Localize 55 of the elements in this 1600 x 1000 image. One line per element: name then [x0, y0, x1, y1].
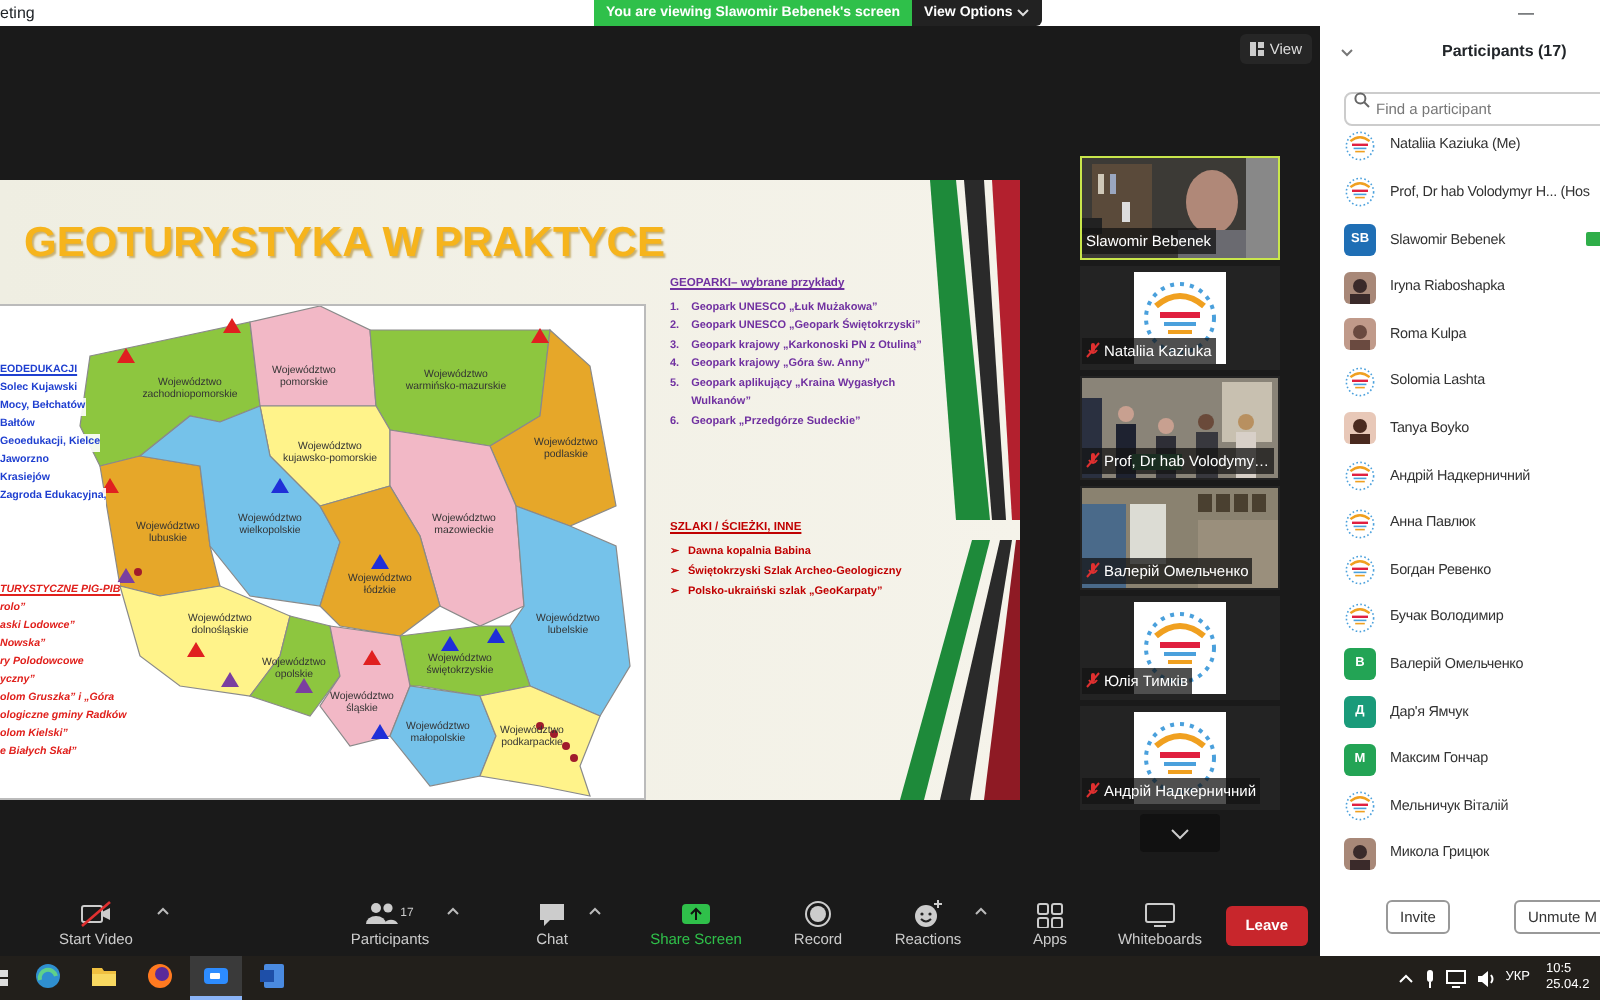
- speaker-icon[interactable]: [1475, 969, 1496, 987]
- windows-icon[interactable]: [0, 968, 8, 988]
- slide-title: GEOTURYSTYKA W PRAKTYCE: [24, 220, 665, 266]
- logo-icon: [1345, 791, 1375, 821]
- caret-icon[interactable]: [446, 906, 460, 917]
- layout-icon: [1249, 42, 1264, 57]
- caret-icon: [1016, 7, 1031, 18]
- people-icon: [366, 900, 399, 929]
- marker-icon: [531, 328, 549, 343]
- marker-icon: [371, 724, 389, 739]
- logo-icon: [1345, 603, 1375, 632]
- document-app-icon: [258, 962, 286, 990]
- chat-icon: [536, 900, 568, 929]
- logo-icon: [1345, 131, 1375, 160]
- caret-icon[interactable]: [974, 906, 988, 917]
- microphone-icon[interactable]: [1423, 969, 1436, 987]
- marker-icon: [371, 554, 389, 569]
- marker-icon: [221, 672, 239, 687]
- logo-icon: [1345, 178, 1375, 208]
- chevron-down-icon[interactable]: [1340, 47, 1354, 57]
- logo-icon: [1345, 508, 1375, 538]
- marker-icon: [117, 348, 135, 363]
- muted-mic-icon: [1086, 782, 1100, 799]
- logo-icon: [1345, 461, 1375, 491]
- muted-mic-icon: [1086, 342, 1100, 359]
- marker-icon: [271, 478, 289, 493]
- browser-icon: [146, 962, 174, 990]
- marker-icon: [223, 318, 241, 333]
- chevron-up-icon[interactable]: [1397, 972, 1414, 984]
- panel-title: Participants (17): [1442, 40, 1567, 64]
- marker-icon: [441, 636, 459, 651]
- whiteboard-icon: [1144, 900, 1176, 929]
- logo-icon: [1345, 555, 1375, 585]
- logo-icon: [1345, 367, 1375, 396]
- marker-icon: [363, 650, 381, 665]
- chevron-down-icon: [1170, 827, 1190, 839]
- apps-icon: [1034, 900, 1066, 929]
- taskbar-app[interactable]: [190, 956, 242, 1000]
- video-off-icon: [80, 900, 112, 929]
- search-icon: [1354, 91, 1370, 107]
- caret-icon[interactable]: [156, 906, 170, 917]
- record-icon: [802, 900, 834, 929]
- caret-icon[interactable]: [588, 906, 602, 917]
- browser-icon: [34, 962, 62, 990]
- muted-mic-icon: [1086, 562, 1100, 579]
- video-app-icon: [202, 962, 230, 990]
- muted-mic-icon: [1086, 452, 1100, 469]
- logo-icon: [1144, 612, 1216, 684]
- marker-icon: [187, 642, 205, 657]
- monitor-icon[interactable]: [1445, 969, 1466, 987]
- marker-icon: [295, 678, 313, 693]
- folder-icon: [90, 962, 118, 990]
- minimize-button[interactable]: —: [1518, 1, 1600, 25]
- muted-mic-icon: [1086, 672, 1100, 689]
- window-title: eting: [0, 1, 37, 25]
